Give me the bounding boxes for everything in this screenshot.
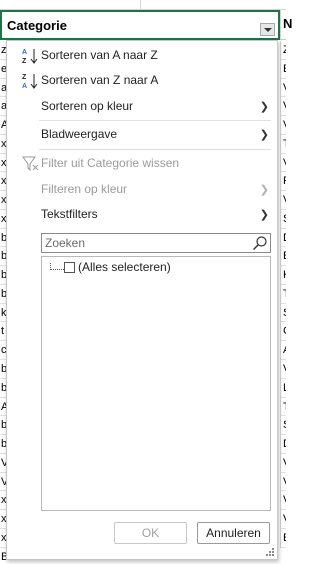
sort-za-label: Sorteren van Z naar A bbox=[41, 73, 159, 87]
sheet-view-label: Bladweergave bbox=[41, 127, 118, 141]
column-b-cell[interactable]: C bbox=[281, 322, 286, 342]
svg-text:Z: Z bbox=[22, 74, 27, 81]
select-all-label[interactable]: (Alles selecteren) bbox=[78, 260, 171, 274]
select-all-checkbox[interactable] bbox=[64, 262, 75, 273]
column-b-cell[interactable]: A bbox=[281, 341, 286, 361]
gridline bbox=[140, 0, 141, 10]
search-input[interactable]: Zoeken bbox=[41, 233, 271, 253]
svg-text:A: A bbox=[22, 83, 27, 90]
filter-values-list: (Alles selecteren) bbox=[41, 256, 271, 511]
menu-separator bbox=[39, 149, 271, 150]
sort-by-color-label: Sorteren op kleur bbox=[41, 99, 134, 113]
svg-text:A: A bbox=[22, 49, 27, 56]
clear-filter-icon bbox=[22, 156, 39, 172]
column-b-cell[interactable]: V bbox=[281, 473, 286, 492]
text-filters-label: Tekstfilters bbox=[41, 207, 98, 221]
svg-text:Z: Z bbox=[22, 58, 27, 65]
menu-item-text-filters[interactable]: Tekstfilters ❯ bbox=[7, 203, 277, 227]
search-icon bbox=[253, 236, 267, 250]
column-header-label: Categorie bbox=[7, 18, 67, 33]
clear-filter-label: Filter uit Categorie wissen bbox=[41, 156, 180, 170]
filter-dropdown-button[interactable] bbox=[260, 23, 275, 36]
column-b-cell[interactable]: K bbox=[281, 266, 286, 285]
column-b-cell[interactable]: V bbox=[281, 360, 286, 379]
menu-separator bbox=[39, 120, 271, 121]
top-strip bbox=[0, 0, 286, 10]
menu-item-sort-az[interactable]: A Z Sorteren van A naar Z bbox=[7, 44, 277, 68]
tree-connector bbox=[50, 269, 64, 270]
column-header-label-b: N bbox=[283, 16, 293, 31]
sort-az-icon: A Z bbox=[22, 49, 38, 65]
column-b-cell[interactable]: V bbox=[281, 491, 286, 511]
column-header-cell-b[interactable]: N bbox=[280, 10, 292, 40]
column-b-cell[interactable]: F bbox=[281, 172, 286, 192]
autofilter-dropdown-panel: A Z Sorteren van A naar Z Z A Sorteren v… bbox=[6, 40, 278, 560]
cancel-button[interactable]: Annuleren bbox=[197, 522, 270, 544]
column-b-cell[interactable]: T bbox=[281, 135, 286, 154]
column-b-cell[interactable]: T bbox=[281, 398, 286, 417]
chevron-right-icon: ❯ bbox=[259, 209, 269, 221]
sort-az-label: Sorteren van A naar Z bbox=[41, 48, 158, 62]
column-b-cell[interactable]: V bbox=[281, 116, 286, 135]
column-b-cell[interactable]: V bbox=[281, 97, 286, 117]
column-b-cell[interactable]: V bbox=[281, 191, 286, 210]
filter-by-color-label: Filteren op kleur bbox=[41, 182, 128, 196]
column-b-cell[interactable]: E bbox=[281, 247, 286, 267]
menu-item-sort-by-color[interactable]: Sorteren op kleur ❯ bbox=[7, 95, 277, 119]
menu-item-clear-filter: Filter uit Categorie wissen bbox=[7, 152, 277, 176]
column-b-cell[interactable]: E bbox=[281, 529, 286, 548]
ok-button[interactable]: OK bbox=[114, 522, 187, 544]
search-placeholder: Zoeken bbox=[45, 236, 86, 250]
resize-grip-icon[interactable] bbox=[265, 547, 274, 556]
column-b-cell[interactable]: D bbox=[281, 435, 286, 454]
column-b-cell[interactable]: E bbox=[281, 60, 286, 79]
menu-item-filter-by-color: Filteren op kleur ❯ bbox=[7, 178, 277, 202]
column-b-cell[interactable]: D bbox=[281, 229, 286, 248]
menu-item-sort-za[interactable]: Z A Sorteren van Z naar A bbox=[7, 69, 277, 93]
column-header-cell-a[interactable]: Categorie bbox=[0, 10, 280, 40]
column-b-cell[interactable]: Z bbox=[281, 41, 286, 60]
column-b-cell[interactable]: S bbox=[281, 304, 286, 323]
menu-item-sheet-view[interactable]: Bladweergave ❯ bbox=[7, 123, 277, 147]
column-b-cell[interactable]: V bbox=[281, 510, 286, 529]
sort-za-icon: Z A bbox=[22, 74, 38, 90]
chevron-right-icon: ❯ bbox=[259, 101, 269, 113]
chevron-right-icon: ❯ bbox=[259, 184, 269, 196]
column-b-cells: ZEVVVTVFVSDEKTSCAVLTSDVVVVE bbox=[280, 41, 286, 548]
column-b-cell[interactable]: S bbox=[281, 210, 286, 229]
column-b-cell[interactable]: S bbox=[281, 416, 286, 436]
column-b-cell[interactable]: V bbox=[281, 79, 286, 98]
chevron-right-icon: ❯ bbox=[259, 129, 269, 141]
column-b-cell[interactable]: V bbox=[281, 154, 286, 173]
column-b-cell[interactable]: V bbox=[281, 454, 286, 473]
column-b-cell[interactable]: L bbox=[281, 379, 286, 398]
column-b-cell[interactable]: T bbox=[281, 285, 286, 304]
